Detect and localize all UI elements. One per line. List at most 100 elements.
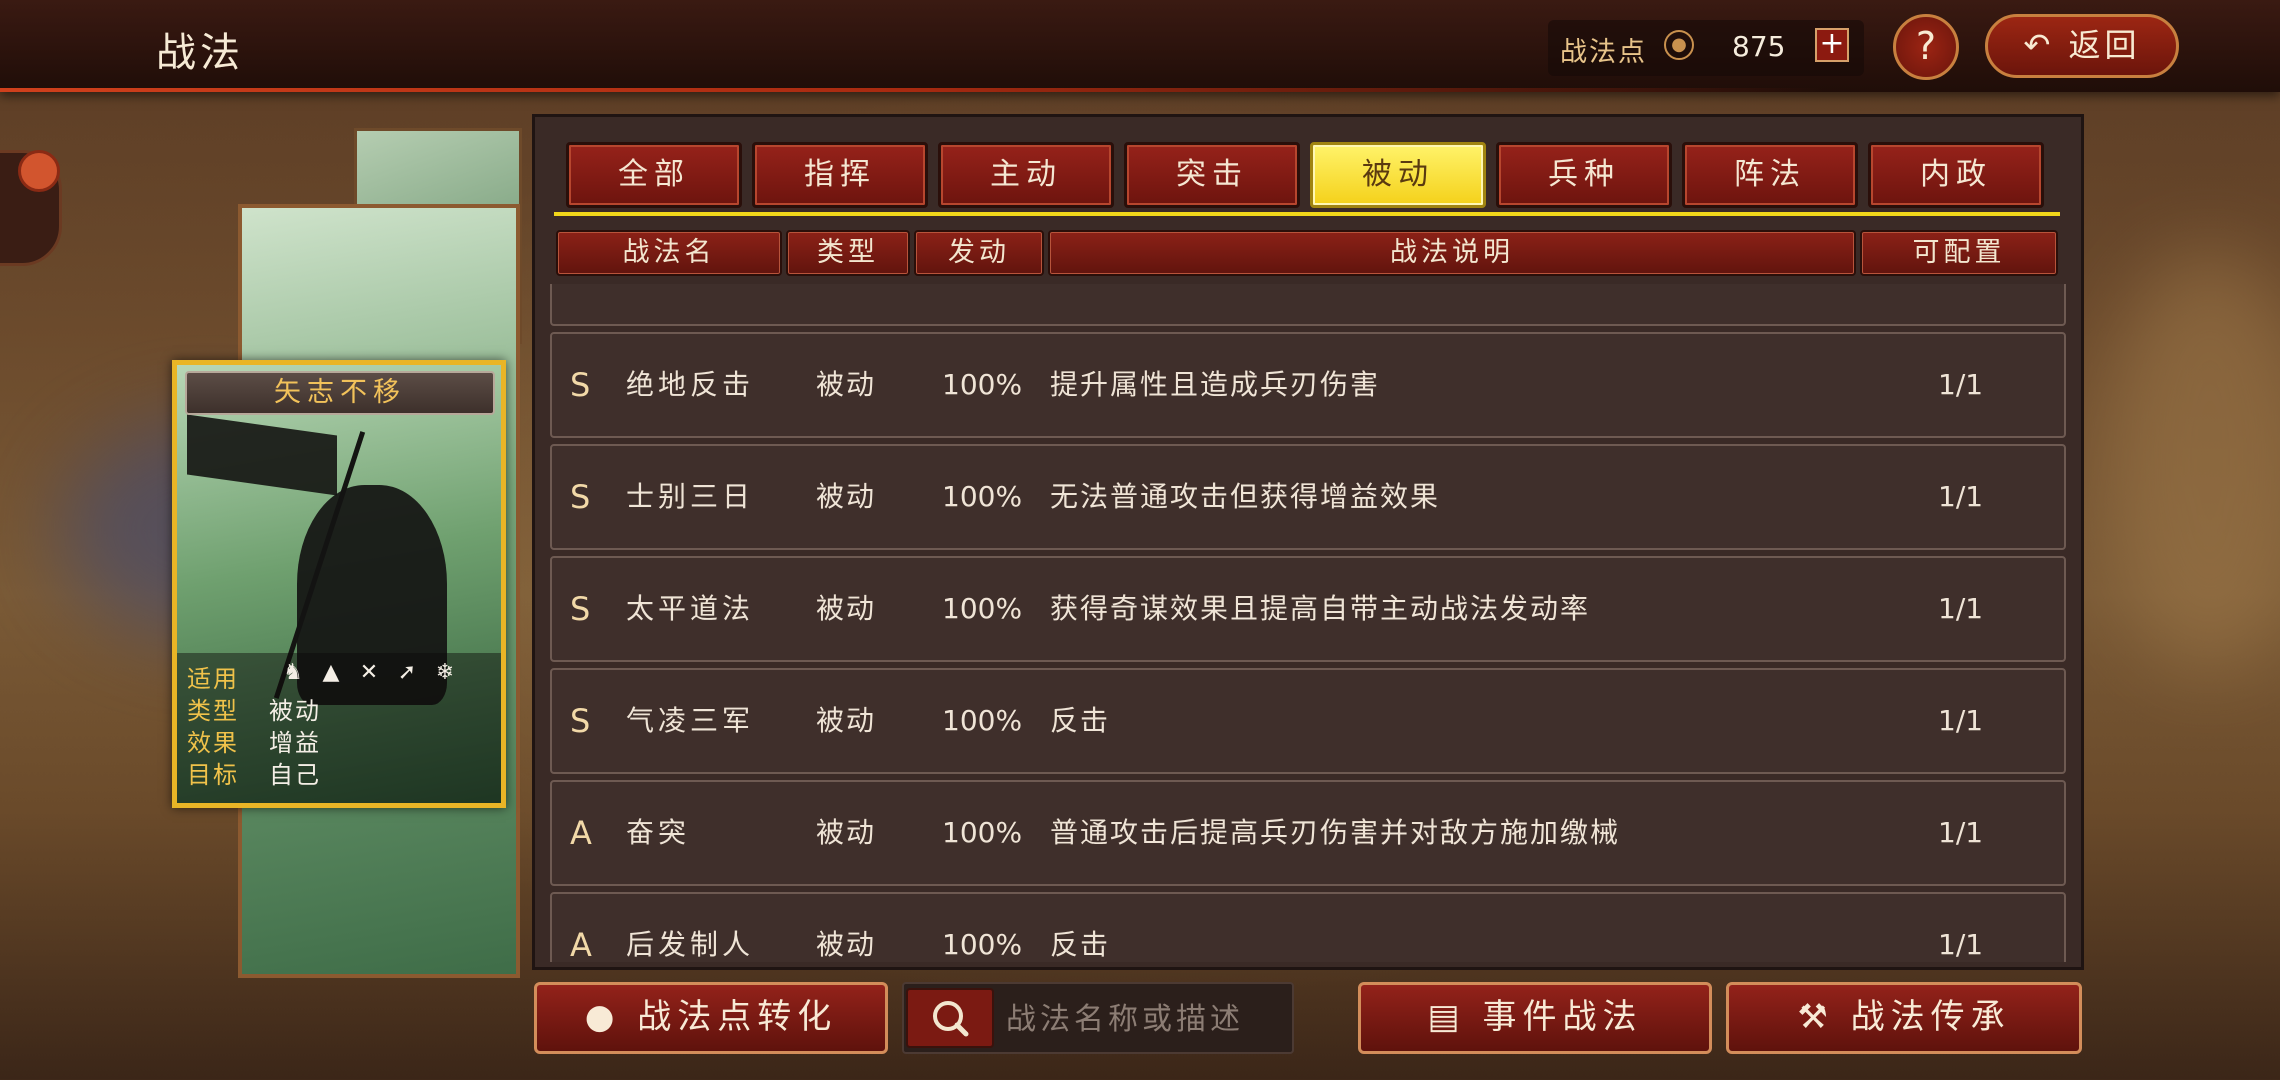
card-row-effect: 效果 增益 bbox=[187, 723, 319, 758]
tab-internal[interactable]: 内政 bbox=[1868, 142, 2044, 208]
configurable-count: 1/1 bbox=[1938, 928, 1984, 961]
flame-icon: ● bbox=[584, 997, 621, 1037]
rank-label: S bbox=[570, 478, 591, 516]
search-icon bbox=[933, 1001, 969, 1037]
table-row[interactable]: S 士别三日 被动 100% 无法普通攻击但获得增益效果 1/1 bbox=[550, 444, 2066, 550]
trigger-rate: 100% bbox=[942, 480, 1023, 513]
card-value: 被动 bbox=[269, 697, 321, 725]
back-arrow-icon: ↶ bbox=[2023, 26, 2055, 64]
tab-passive[interactable]: 被动 bbox=[1310, 142, 1486, 208]
configurable-count: 1/1 bbox=[1938, 480, 1984, 513]
card-row-applicable: 适用 ♞ ▲ ✕ ➚ ❄ bbox=[187, 659, 454, 694]
tactic-description: 普通攻击后提高兵刃伤害并对敌方施加缴械 bbox=[1050, 816, 1621, 849]
card-info-panel: 适用 ♞ ▲ ✕ ➚ ❄ 类型 被动 效果 增益 目标 自己 bbox=[177, 653, 501, 803]
event-icon: ▤ bbox=[1427, 997, 1466, 1037]
configurable-count: 1/1 bbox=[1938, 816, 1984, 849]
card-key: 目标 bbox=[187, 761, 239, 789]
trigger-rate: 100% bbox=[942, 368, 1023, 401]
event-tactics-button[interactable]: ▤ 事件战法 bbox=[1358, 982, 1712, 1054]
shield-icon: ▲ bbox=[322, 660, 340, 685]
tactic-inherit-label: 战法传承 bbox=[1850, 997, 2011, 1037]
tactic-description: 无法普通攻击但获得增益效果 bbox=[1050, 480, 1441, 513]
wheel-icon: ❄ bbox=[435, 660, 455, 685]
add-points-button[interactable]: + bbox=[1815, 28, 1849, 62]
trigger-rate: 100% bbox=[942, 704, 1023, 737]
tab-assault[interactable]: 突击 bbox=[1124, 142, 1300, 208]
header-description: 战法说明 bbox=[1048, 230, 1856, 276]
tactic-type: 被动 bbox=[816, 928, 877, 961]
rank-label: S bbox=[570, 366, 591, 404]
tactic-name: 奋突 bbox=[626, 816, 691, 849]
card-title: 矢志不移 bbox=[185, 371, 495, 415]
background-scenery bbox=[2100, 250, 2280, 670]
flame-icon: ● bbox=[1664, 30, 1694, 60]
bow-icon: ✕ bbox=[359, 660, 379, 685]
search-input[interactable] bbox=[1004, 988, 1288, 1050]
rank-label: A bbox=[570, 926, 592, 962]
configurable-count: 1/1 bbox=[1938, 704, 1984, 737]
header-trigger[interactable]: 发动 bbox=[914, 230, 1044, 276]
tactic-points-value: 875 bbox=[1732, 30, 1786, 63]
back-button-label: 返回 bbox=[2068, 26, 2141, 64]
header-name[interactable]: 战法名 bbox=[556, 230, 782, 276]
tactic-description: 反击 bbox=[1050, 704, 1111, 737]
unit-type-icons: ♞ ▲ ✕ ➚ ❄ bbox=[279, 659, 459, 687]
tactic-name: 气凌三军 bbox=[626, 704, 755, 737]
tactic-description: 反击 bbox=[1050, 928, 1111, 961]
back-button[interactable]: ↶ 返回 bbox=[1985, 14, 2179, 78]
page-title: 战法 bbox=[156, 30, 244, 76]
event-tactics-label: 事件战法 bbox=[1482, 997, 1643, 1037]
tactic-name: 绝地反击 bbox=[626, 368, 755, 401]
trigger-rate: 100% bbox=[942, 592, 1023, 625]
table-row[interactable]: A 奋突 被动 100% 普通攻击后提高兵刃伤害并对敌方施加缴械 1/1 bbox=[550, 780, 2066, 886]
tactic-type: 被动 bbox=[816, 592, 877, 625]
search-button[interactable] bbox=[906, 988, 994, 1048]
tab-underline bbox=[554, 212, 2060, 216]
spear-icon: ➚ bbox=[397, 660, 417, 685]
card-row-target: 目标 自己 bbox=[187, 755, 319, 790]
tactic-name: 太平道法 bbox=[626, 592, 755, 625]
header-configurable[interactable]: 可配置 bbox=[1860, 230, 2058, 276]
rank-label: S bbox=[570, 702, 591, 740]
tactic-type: 被动 bbox=[816, 704, 877, 737]
convert-points-label: 战法点转化 bbox=[637, 997, 838, 1037]
tactic-type: 被动 bbox=[816, 368, 877, 401]
configurable-count: 1/1 bbox=[1938, 592, 1984, 625]
selected-tactic-card[interactable]: 矢志不移 适用 ♞ ▲ ✕ ➚ ❄ 类型 被动 效果 增益 目标 自己 bbox=[172, 360, 506, 808]
tactic-description: 获得奇谋效果且提高自带主动战法发动率 bbox=[1050, 592, 1591, 625]
card-key: 适用 bbox=[187, 665, 239, 693]
card-value: 增益 bbox=[269, 729, 321, 757]
notification-dot bbox=[18, 150, 60, 192]
table-row[interactable] bbox=[550, 284, 2066, 326]
card-value: 自己 bbox=[269, 761, 321, 789]
card-key: 类型 bbox=[187, 697, 239, 725]
tab-active[interactable]: 主动 bbox=[938, 142, 1114, 208]
tab-troop[interactable]: 兵种 bbox=[1496, 142, 1672, 208]
category-tabs: 全部 指挥 主动 突击 被动 兵种 阵法 内政 bbox=[566, 142, 2044, 208]
trigger-rate: 100% bbox=[942, 928, 1023, 961]
table-row[interactable]: S 气凌三军 被动 100% 反击 1/1 bbox=[550, 668, 2066, 774]
convert-points-button[interactable]: ● 战法点转化 bbox=[534, 982, 888, 1054]
hammer-icon: ⚒ bbox=[1797, 997, 1834, 1037]
card-row-type: 类型 被动 bbox=[187, 691, 319, 726]
tactics-list[interactable]: S 绝地反击 被动 100% 提升属性且造成兵刃伤害 1/1 S 士别三日 被动… bbox=[550, 284, 2068, 962]
tactic-name: 士别三日 bbox=[626, 480, 755, 513]
card-key: 效果 bbox=[187, 729, 239, 757]
trigger-rate: 100% bbox=[942, 816, 1023, 849]
tactic-name: 后发制人 bbox=[626, 928, 755, 961]
table-row[interactable]: A 后发制人 被动 100% 反击 1/1 bbox=[550, 892, 2066, 962]
rank-label: A bbox=[570, 814, 592, 852]
tab-all[interactable]: 全部 bbox=[566, 142, 742, 208]
tactic-inherit-button[interactable]: ⚒ 战法传承 bbox=[1726, 982, 2082, 1054]
header-type[interactable]: 类型 bbox=[786, 230, 910, 276]
tactic-description: 提升属性且造成兵刃伤害 bbox=[1050, 368, 1381, 401]
tactic-type: 被动 bbox=[816, 816, 877, 849]
table-row[interactable]: S 太平道法 被动 100% 获得奇谋效果且提高自带主动战法发动率 1/1 bbox=[550, 556, 2066, 662]
tactic-type: 被动 bbox=[816, 480, 877, 513]
rank-label: S bbox=[570, 590, 591, 628]
table-row[interactable]: S 绝地反击 被动 100% 提升属性且造成兵刃伤害 1/1 bbox=[550, 332, 2066, 438]
configurable-count: 1/1 bbox=[1938, 368, 1984, 401]
tab-command[interactable]: 指挥 bbox=[752, 142, 928, 208]
tab-formation[interactable]: 阵法 bbox=[1682, 142, 1858, 208]
help-button[interactable]: ? bbox=[1893, 14, 1959, 80]
